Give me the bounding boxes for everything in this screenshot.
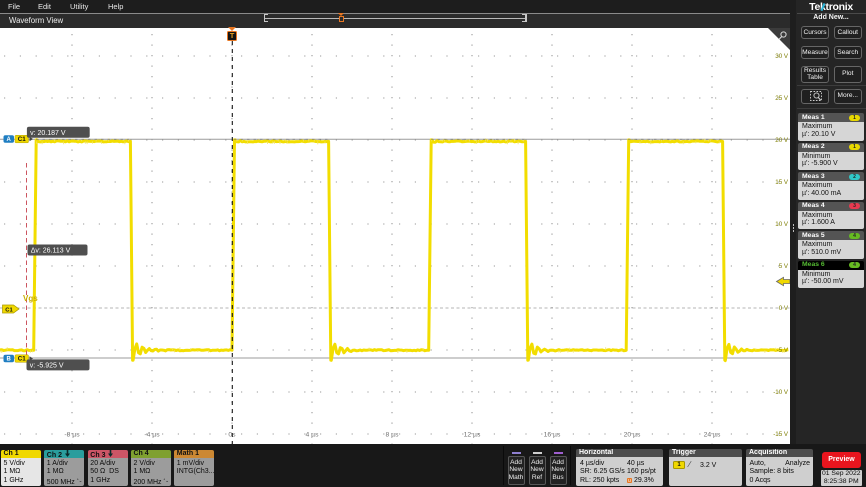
svg-text:16 µs: 16 µs — [544, 432, 561, 439]
svg-text:8 µs: 8 µs — [386, 432, 400, 439]
svg-text:Vgs: Vgs — [23, 294, 38, 303]
svg-text:10 V: 10 V — [775, 221, 789, 228]
svg-text:v: -5.925 V: v: -5.925 V — [30, 362, 64, 369]
svg-text:C1: C1 — [18, 356, 26, 363]
svg-text:20 µs: 20 µs — [624, 432, 641, 439]
svg-text:0s: 0s — [228, 432, 236, 439]
svg-text:C1: C1 — [18, 136, 26, 143]
svg-text:-10 V: -10 V — [773, 389, 789, 396]
svg-text:25 V: 25 V — [775, 95, 789, 102]
svg-text:-15 V: -15 V — [773, 431, 789, 438]
svg-text:A: A — [7, 137, 12, 143]
svg-text:-4 µs: -4 µs — [144, 432, 160, 439]
svg-text:C1: C1 — [5, 308, 13, 314]
svg-text:15 V: 15 V — [775, 179, 789, 186]
svg-text:v: 20.187 V: v: 20.187 V — [30, 130, 66, 137]
svg-text:-5 V: -5 V — [777, 347, 789, 354]
svg-text:-8 µs: -8 µs — [64, 432, 80, 439]
svg-text:5 V: 5 V — [779, 263, 789, 270]
svg-text:0 V: 0 V — [779, 305, 789, 312]
svg-text:12 µs: 12 µs — [464, 432, 481, 439]
svg-text:B: B — [7, 357, 12, 363]
svg-text:Δv: 26.113 V: Δv: 26.113 V — [31, 248, 71, 255]
svg-text:30 V: 30 V — [775, 53, 789, 60]
svg-text:20 V: 20 V — [775, 137, 789, 144]
svg-text:4 µs: 4 µs — [306, 432, 320, 439]
svg-text:24 µs: 24 µs — [704, 432, 721, 439]
